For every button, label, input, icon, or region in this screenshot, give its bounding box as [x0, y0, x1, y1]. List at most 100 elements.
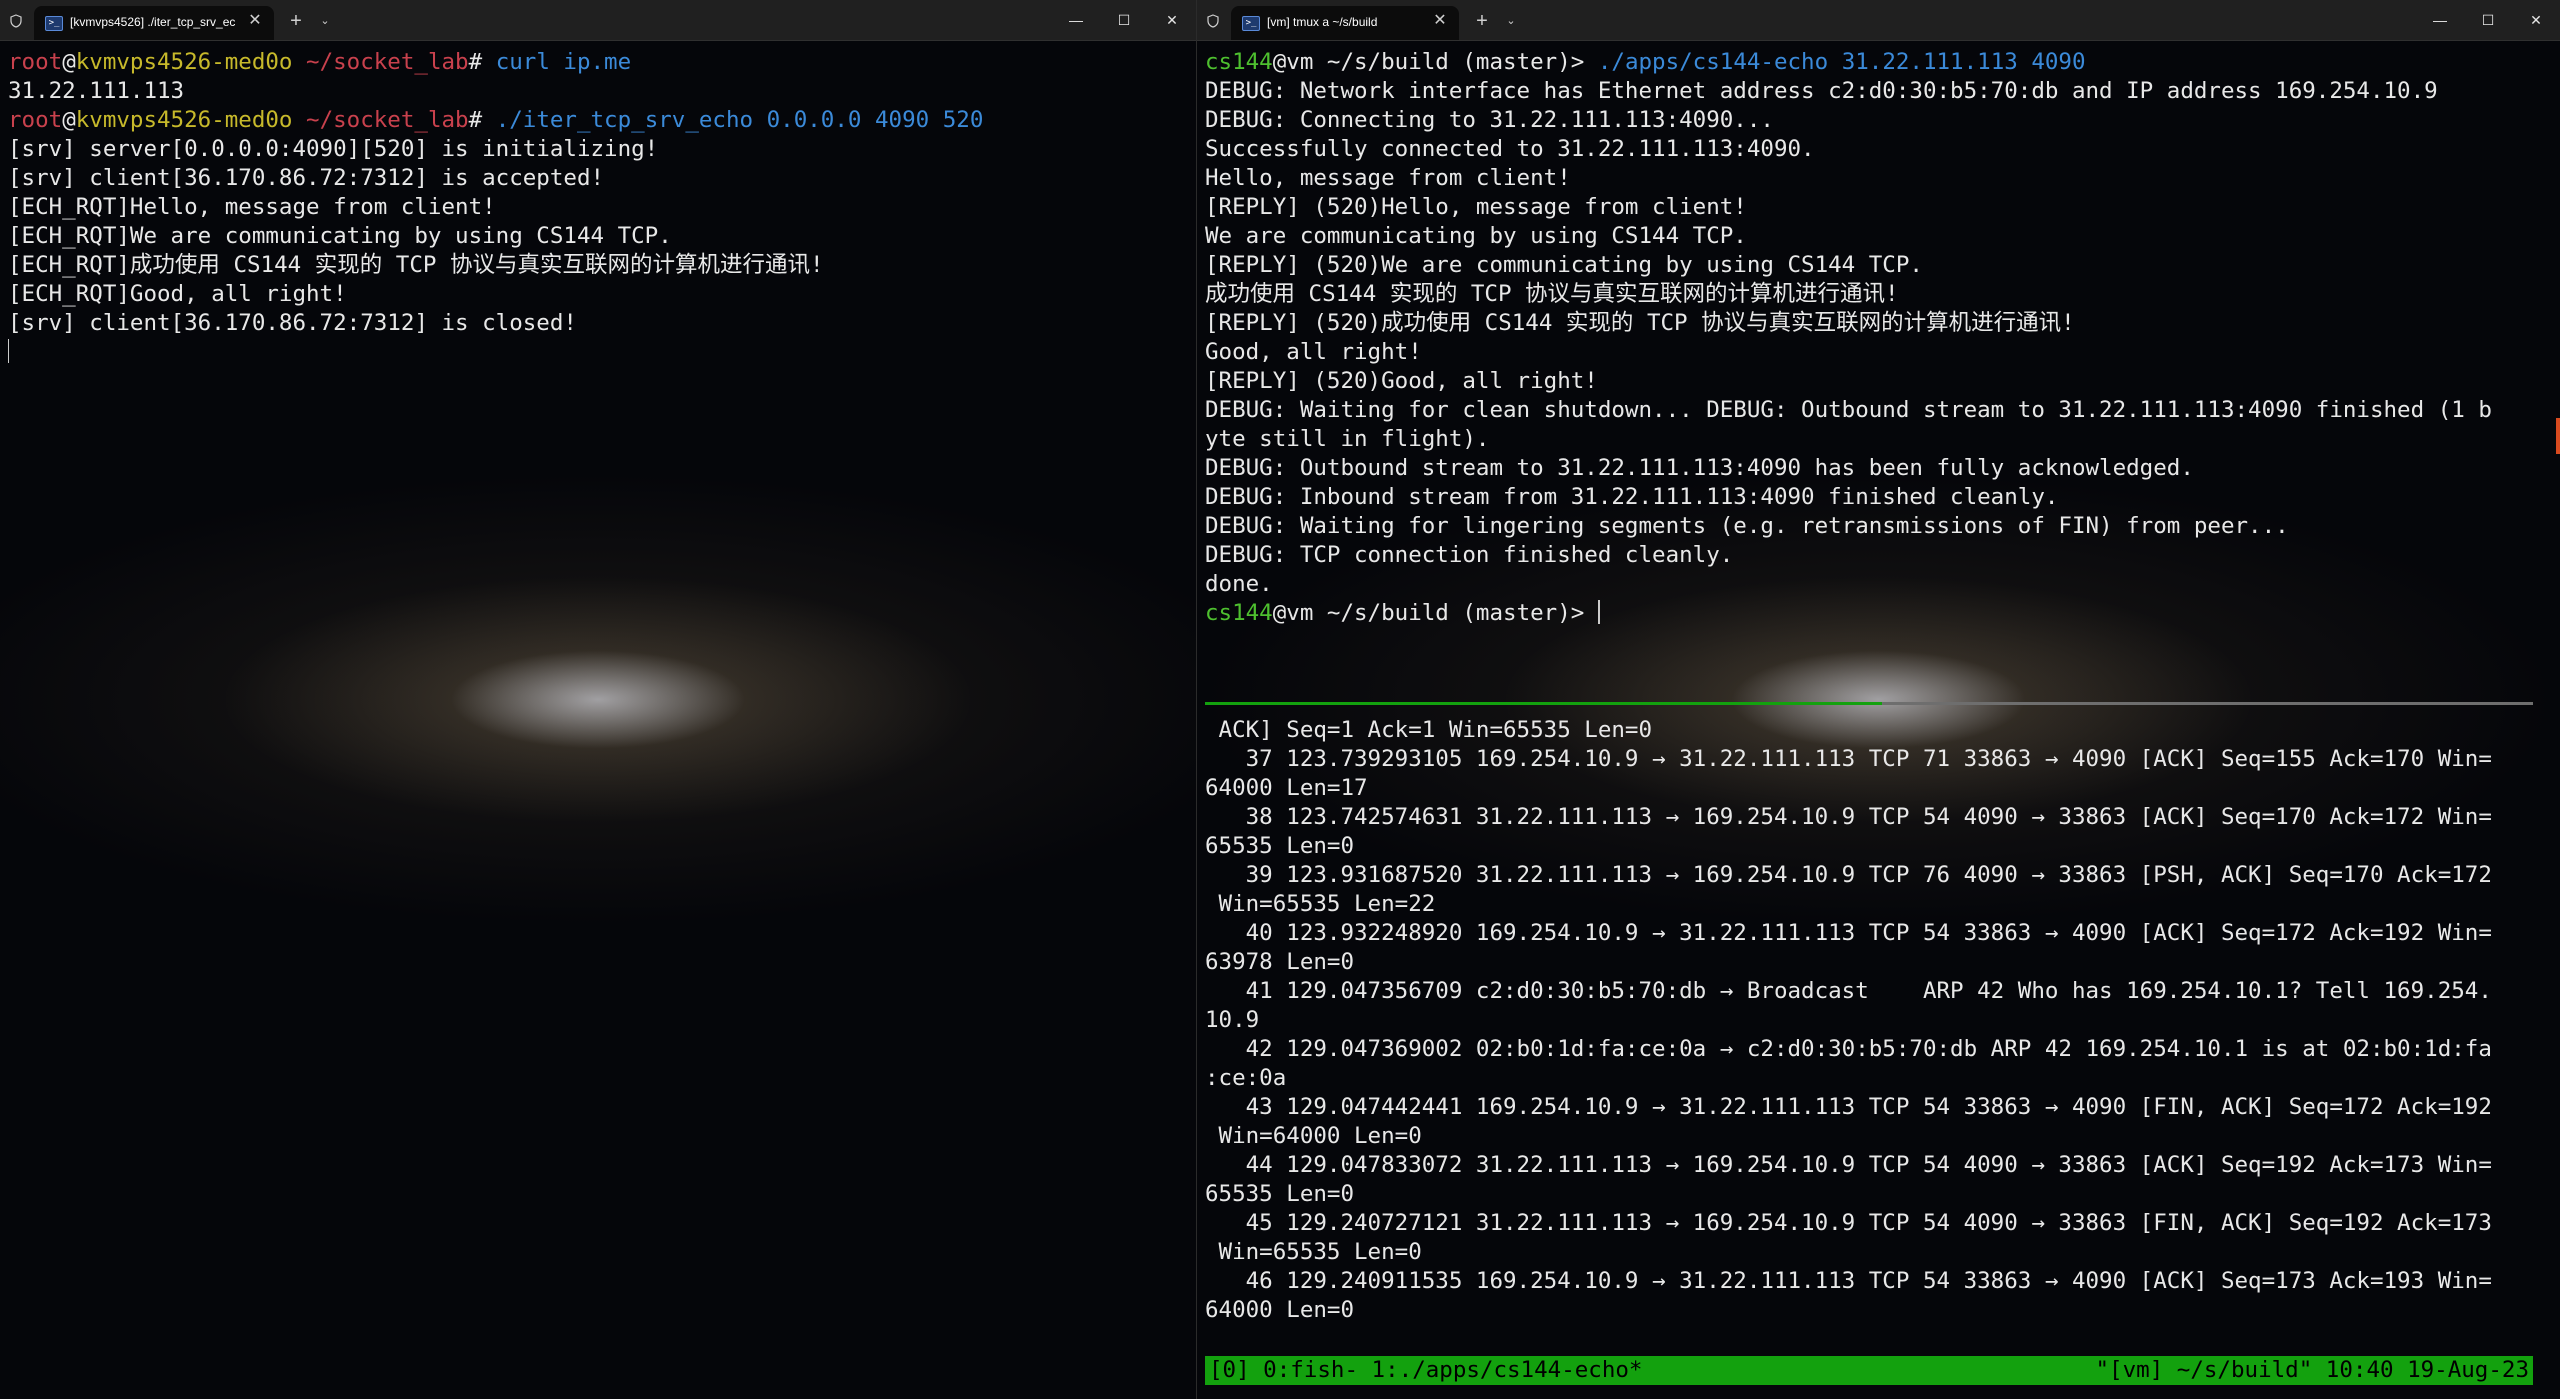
tmux-upper-pane[interactable]: cs144@vm ~/s/build (master)> ./apps/cs14… — [1205, 48, 2552, 628]
terminal-line: Win=64000 Len=0 — [1205, 1122, 2552, 1151]
tmux-status-left: [0] 0:fish- 1:./apps/cs144-echo* — [1209, 1357, 1643, 1383]
terminal-line: cs144@vm ~/s/build (master)> ./apps/cs14… — [1205, 48, 2552, 77]
maximize-button[interactable]: ☐ — [1100, 0, 1148, 40]
terminal-text: 42 129.047369002 02:b0:1d:fa:ce:0a → c2:… — [1205, 1036, 2492, 1062]
terminal-line: [REPLY] (520)Good, all right! — [1205, 367, 2552, 396]
left-tab[interactable]: >_ [kvmvps4526] ./iter_tcp_srv_ec ✕ — [34, 6, 274, 40]
terminal-line: DEBUG: Waiting for lingering segments (e… — [1205, 512, 2552, 541]
terminal-text: DEBUG: Connecting to 31.22.111.113:4090.… — [1205, 107, 1774, 133]
terminal-text: @vm — [1272, 600, 1327, 626]
terminal-text: 成功使用 CS144 实现的 TCP 协议与真实互联网的计算机进行通讯! — [1205, 281, 1899, 307]
right-tab[interactable]: >_ [vm] tmux a ~/s/build ✕ — [1231, 6, 1459, 40]
terminal-text: DEBUG: Outbound stream to 31.22.111.113:… — [1205, 455, 2194, 481]
terminal-text: ~/socket_lab — [306, 107, 469, 133]
left-terminal-output[interactable]: root@kvmvps4526-med0o ~/socket_lab# curl… — [8, 48, 1188, 367]
maximize-button[interactable]: ☐ — [2464, 0, 2512, 40]
minimize-button[interactable]: — — [1052, 0, 1100, 40]
terminal-line: 65535 Len=0 — [1205, 832, 2552, 861]
terminal-line: Win=65535 Len=22 — [1205, 890, 2552, 919]
scrollbar-thumb[interactable] — [2556, 418, 2560, 454]
terminal-text: :ce:0a — [1205, 1065, 1287, 1091]
terminal-text: 41 129.047356709 c2:d0:30:b5:70:db → Bro… — [1205, 978, 2492, 1004]
terminal-line: 41 129.047356709 c2:d0:30:b5:70:db → Bro… — [1205, 977, 2552, 1006]
terminal-text: @vm — [1272, 49, 1327, 75]
terminal-text: 38 123.742574631 31.22.111.113 → 169.254… — [1205, 804, 2492, 830]
right-tab-title: [vm] tmux a ~/s/build — [1267, 15, 1378, 29]
terminal-line: Good, all right! — [1205, 338, 2552, 367]
terminal-text: ~/s/build — [1326, 600, 1463, 626]
terminal-text: @ — [62, 49, 76, 75]
tmux-status-bar: [0] 0:fish- 1:./apps/cs144-echo* "[vm] ~… — [1205, 1356, 2533, 1385]
right-titlebar: >_ [vm] tmux a ~/s/build ✕ + ⌄ — ☐ ✕ — [1197, 0, 2560, 41]
terminal-line: yte still in flight). — [1205, 425, 2552, 454]
terminal-text: 64000 Len=17 — [1205, 775, 1368, 801]
shield-icon — [1207, 14, 1219, 28]
terminal-line: 37 123.739293105 169.254.10.9 → 31.22.11… — [1205, 745, 2552, 774]
terminal-text: curl ip.me — [495, 49, 632, 75]
terminal-line: 44 129.047833072 31.22.111.113 → 169.254… — [1205, 1151, 2552, 1180]
terminal-text: [REPLY] (520)Hello, message from client! — [1205, 194, 1747, 220]
terminal-line: [ECH_RQT]成功使用 CS144 实现的 TCP 协议与真实互联网的计算机… — [8, 251, 1188, 280]
active-pane-indicator — [1205, 702, 1882, 705]
terminal-line: cs144@vm ~/s/build (master)> — [1205, 599, 2552, 628]
terminal-line: DEBUG: Connecting to 31.22.111.113:4090.… — [1205, 106, 2552, 135]
terminal-text: kvmvps4526-med0o — [75, 107, 307, 133]
new-tab-button[interactable]: + — [283, 8, 309, 34]
terminal-line: root@kvmvps4526-med0o ~/socket_lab# ./it… — [8, 106, 1188, 135]
right-terminal-window: >_ [vm] tmux a ~/s/build ✕ + ⌄ — ☐ ✕ cs1… — [1197, 0, 2560, 1399]
terminal-text: [ECH_RQT]成功使用 CS144 实现的 TCP 协议与真实互联网的计算机… — [8, 252, 824, 278]
terminal-line: 64000 Len=0 — [1205, 1296, 2552, 1325]
terminal-text: 31.22.111.113 — [8, 78, 185, 104]
terminal-line: [REPLY] (520)成功使用 CS144 实现的 TCP 协议与真实互联网… — [1205, 309, 2552, 338]
terminal-text: 43 129.047442441 169.254.10.9 → 31.22.11… — [1205, 1094, 2492, 1120]
terminal-text: done. — [1205, 571, 1273, 597]
terminal-text: # — [468, 49, 496, 75]
terminal-text: [ECH_RQT]Hello, message from client! — [8, 194, 496, 220]
terminal-line: 65535 Len=0 — [1205, 1180, 2552, 1209]
tmux-status-right: "[vm] ~/s/build" 10:40 19-Aug-23 — [2095, 1357, 2529, 1383]
terminal-text: 65535 Len=0 — [1205, 833, 1355, 859]
terminal-text: DEBUG: Inbound stream from 31.22.111.113… — [1205, 484, 2059, 510]
left-tab-title: [kvmvps4526] ./iter_tcp_srv_ec — [70, 15, 236, 29]
terminal-line: 10.9 — [1205, 1006, 2552, 1035]
terminal-text: kvmvps4526-med0o — [75, 49, 307, 75]
terminal-line: [ECH_RQT]We are communicating by using C… — [8, 222, 1188, 251]
new-tab-button[interactable]: + — [1469, 8, 1495, 34]
terminal-line: [REPLY] (520)We are communicating by usi… — [1205, 251, 2552, 280]
tab-close-icon[interactable]: ✕ — [1431, 12, 1449, 30]
close-button[interactable]: ✕ — [2512, 0, 2560, 40]
terminal-line: [srv] server[0.0.0.0:4090][520] is initi… — [8, 135, 1188, 164]
terminal-line: [srv] client[36.170.86.72:7312] is accep… — [8, 164, 1188, 193]
tmux-lower-pane[interactable]: ACK] Seq=1 Ack=1 Win=65535 Len=0 37 123.… — [1205, 716, 2552, 1325]
terminal-text: DEBUG: Waiting for clean shutdown... DEB… — [1205, 397, 2492, 423]
tab-close-icon[interactable]: ✕ — [246, 12, 264, 30]
terminal-text: 64000 Len=0 — [1205, 1297, 1355, 1323]
terminal-line: DEBUG: Network interface has Ethernet ad… — [1205, 77, 2552, 106]
shield-icon — [10, 14, 22, 28]
terminal-line: 43 129.047442441 169.254.10.9 → 31.22.11… — [1205, 1093, 2552, 1122]
terminal-line: 40 123.932248920 169.254.10.9 → 31.22.11… — [1205, 919, 2552, 948]
terminal-text: [srv] client[36.170.86.72:7312] is close… — [8, 310, 577, 336]
left-titlebar: >_ [kvmvps4526] ./iter_tcp_srv_ec ✕ + ⌄ … — [0, 0, 1196, 41]
terminal-line: DEBUG: Waiting for clean shutdown... DEB… — [1205, 396, 2552, 425]
terminal-line: 31.22.111.113 — [8, 77, 1188, 106]
terminal-line: DEBUG: Inbound stream from 31.22.111.113… — [1205, 483, 2552, 512]
terminal-text: # — [468, 107, 496, 133]
terminal-text: 10.9 — [1205, 1007, 1260, 1033]
close-button[interactable]: ✕ — [1148, 0, 1196, 40]
terminal-text: DEBUG: Network interface has Ethernet ad… — [1205, 78, 2438, 104]
minimize-button[interactable]: — — [2416, 0, 2464, 40]
terminal-text: ./iter_tcp_srv_echo — [495, 107, 754, 133]
terminal-text: [REPLY] (520)Good, all right! — [1205, 368, 1598, 394]
terminal-text: ~/s/build — [1326, 49, 1463, 75]
terminal-text: Hello, message from client! — [1205, 165, 1571, 191]
tab-dropdown-icon[interactable]: ⌄ — [315, 8, 335, 34]
terminal-text: [ECH_RQT]We are communicating by using C… — [8, 223, 672, 249]
terminal-text: 40 123.932248920 169.254.10.9 → 31.22.11… — [1205, 920, 2492, 946]
terminal-line — [8, 338, 1188, 367]
terminal-text: ./apps/cs144-echo 31.22.111.113 4090 — [1597, 49, 2086, 75]
terminal-text: 0.0.0.0 4090 520 — [753, 107, 984, 133]
terminal-text: Win=65535 Len=0 — [1205, 1239, 1422, 1265]
tab-dropdown-icon[interactable]: ⌄ — [1501, 8, 1521, 34]
terminal-line: 46 129.240911535 169.254.10.9 → 31.22.11… — [1205, 1267, 2552, 1296]
